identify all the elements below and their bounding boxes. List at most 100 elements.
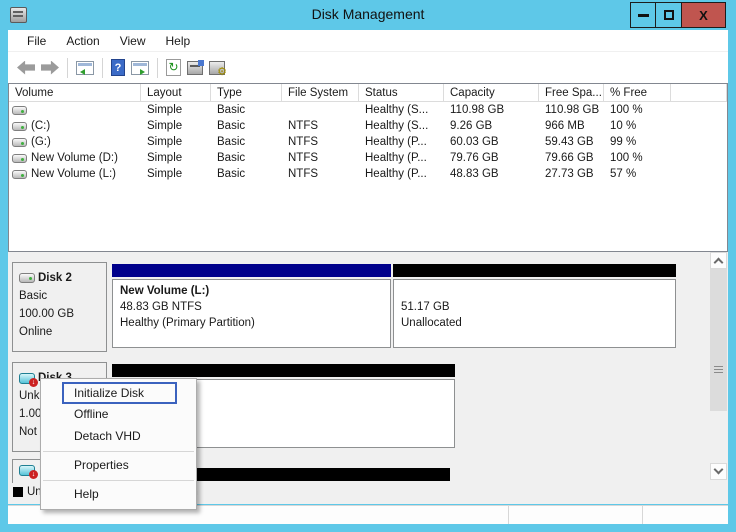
disk-type: Basic <box>19 290 48 302</box>
capacity-value: 48.83 GB <box>450 168 499 180</box>
show-action-pane-icon[interactable] <box>131 60 149 75</box>
table-row[interactable]: New Volume (D:) Simple Basic NTFS Health… <box>9 150 727 166</box>
partition-new-volume-l[interactable]: New Volume (L:) 48.83 GB NTFS Healthy (P… <box>112 264 391 348</box>
scrollbar-thumb[interactable] <box>710 269 727 411</box>
chevron-up-icon <box>713 257 724 268</box>
minimize-button[interactable] <box>630 2 656 28</box>
col-status[interactable]: Status <box>359 84 444 101</box>
menu-action[interactable]: Action <box>56 32 109 50</box>
disk-state: Online <box>19 326 53 338</box>
status-divider <box>508 506 509 524</box>
volume-icon <box>12 153 27 163</box>
maximize-button[interactable] <box>655 2 682 28</box>
col-type[interactable]: Type <box>211 84 282 101</box>
help-icon[interactable]: ? <box>111 59 125 76</box>
scroll-up-button[interactable] <box>710 252 727 269</box>
uninitialized-disk-icon <box>19 465 38 479</box>
volume-icon <box>12 137 27 147</box>
layout-value: Simple <box>147 104 183 116</box>
vertical-scrollbar[interactable] <box>710 252 727 480</box>
fs-value: NTFS <box>288 136 319 148</box>
col-free-space[interactable]: Free Spa... <box>539 84 604 101</box>
menu-file[interactable]: File <box>17 32 56 50</box>
free-value: 110.98 GB <box>545 104 600 116</box>
pct-free-value: 99 % <box>610 136 637 148</box>
disk-management-icon[interactable] <box>187 59 204 75</box>
close-button[interactable]: X <box>681 2 726 28</box>
disk2-label[interactable]: Disk 2 Basic 100.00 GB Online <box>12 262 107 352</box>
volume-icon <box>12 169 27 179</box>
toolbar-separator <box>102 57 103 78</box>
toolbar-separator <box>67 57 68 78</box>
table-row[interactable]: (C:) Simple Basic NTFS Healthy (S... 9.2… <box>9 118 727 134</box>
pct-free-value: 10 % <box>610 120 637 132</box>
back-icon[interactable] <box>17 60 35 75</box>
col-file-system[interactable]: File System <box>282 84 359 101</box>
volume-icon <box>12 121 27 131</box>
refresh-icon[interactable]: ↻ <box>166 59 181 76</box>
fs-value: NTFS <box>288 120 319 132</box>
free-value: 59.43 GB <box>545 136 594 148</box>
window-title: Disk Management <box>311 6 425 22</box>
configure-icon[interactable] <box>209 60 227 78</box>
disk-context-menu: Initialize Disk Offline Detach VHD Prope… <box>40 378 197 510</box>
type-value: Basic <box>217 152 246 164</box>
layout-value: Simple <box>147 136 183 148</box>
free-value: 79.66 GB <box>545 152 594 164</box>
forward-icon[interactable] <box>41 60 59 75</box>
col-capacity[interactable]: Capacity <box>444 84 539 101</box>
disk-icon <box>19 273 35 283</box>
menu-view[interactable]: View <box>110 32 156 50</box>
pct-free-value: 100 % <box>610 104 643 116</box>
volume-list: Volume Layout Type File System Status Ca… <box>8 83 728 252</box>
col-volume[interactable]: Volume <box>9 84 141 101</box>
partition-title: New Volume (L:) <box>120 285 210 297</box>
scroll-down-button[interactable] <box>710 463 727 480</box>
uninitialized-disk-icon <box>19 372 38 387</box>
partition-size: 51.17 GB <box>401 301 450 313</box>
table-row[interactable]: Simple Basic Healthy (S... 110.98 GB 110… <box>9 102 727 118</box>
status-divider <box>642 506 643 524</box>
type-value: Basic <box>217 136 246 148</box>
layout-value: Simple <box>147 120 183 132</box>
status-value: Healthy (P... <box>365 136 427 148</box>
volume-name: New Volume (D:) <box>31 152 118 164</box>
table-row[interactable]: (G:) Simple Basic NTFS Healthy (P... 60.… <box>9 134 727 150</box>
partition-size: 48.83 GB NTFS <box>120 301 202 313</box>
menu-item-detach-vhd[interactable]: Detach VHD <box>41 426 196 448</box>
titlebar: Disk Management X <box>0 0 736 30</box>
capacity-value: 110.98 GB <box>450 104 505 116</box>
status-value: Healthy (P... <box>365 152 427 164</box>
volume-list-header: Volume Layout Type File System Status Ca… <box>9 84 727 102</box>
menu-item-properties[interactable]: Properties <box>41 455 196 477</box>
volume-name: New Volume (L:) <box>31 168 117 180</box>
menu-help[interactable]: Help <box>156 32 201 50</box>
free-value: 966 MB <box>545 120 585 132</box>
table-row[interactable]: New Volume (L:) Simple Basic NTFS Health… <box>9 166 727 182</box>
unallocated-strip <box>393 264 676 277</box>
volume-name: (C:) <box>31 120 51 132</box>
toolbar: ? ↻ <box>8 52 728 83</box>
menu-item-offline[interactable]: Offline <box>41 404 196 426</box>
capacity-value: 9.26 GB <box>450 120 493 132</box>
disk-size: 100.00 GB <box>19 308 74 320</box>
disk-name: Disk 2 <box>38 272 72 284</box>
menubar: File Action View Help <box>8 30 728 52</box>
show-console-tree-icon[interactable] <box>76 60 94 75</box>
col-layout[interactable]: Layout <box>141 84 211 101</box>
status-value: Healthy (S... <box>365 104 429 116</box>
primary-partition-strip <box>112 264 391 277</box>
col-pct-free[interactable]: % Free <box>604 84 671 101</box>
menu-separator <box>43 451 194 452</box>
minimize-icon <box>637 13 649 17</box>
scrollbar-grip-icon <box>714 366 723 375</box>
status-value: Healthy (P... <box>365 168 427 180</box>
partition-unallocated-disk2[interactable]: 51.17 GB Unallocated <box>393 264 676 348</box>
layout-value: Simple <box>147 168 183 180</box>
pct-free-value: 100 % <box>610 152 643 164</box>
col-empty <box>671 84 727 101</box>
type-value: Basic <box>217 120 246 132</box>
menu-item-help[interactable]: Help <box>41 484 196 506</box>
volume-icon <box>12 105 27 115</box>
menu-item-initialize-disk[interactable]: Initialize Disk <box>62 382 177 404</box>
